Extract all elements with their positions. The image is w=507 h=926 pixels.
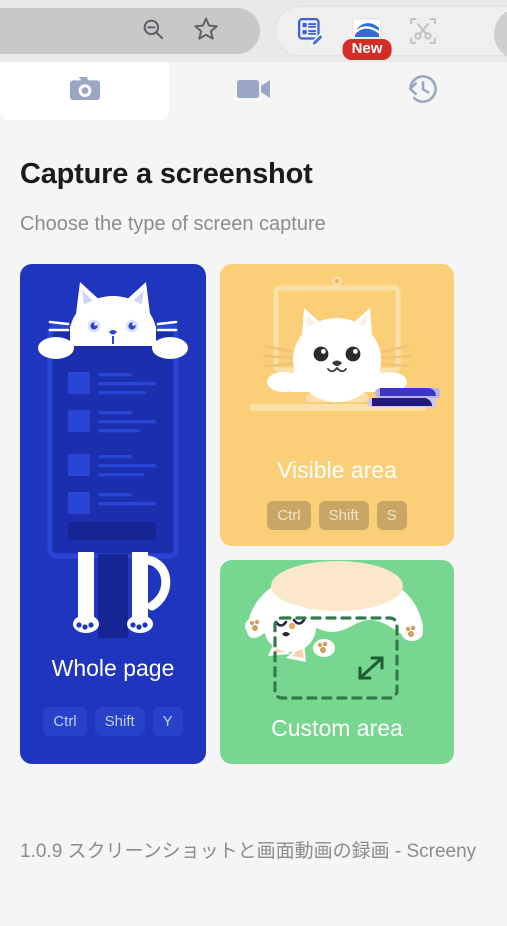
shortcut-key: Shift xyxy=(94,707,145,736)
capture-option-label: Whole page xyxy=(51,655,175,681)
capture-option-whole-page[interactable]: Whole page Ctrl Shift Y xyxy=(20,264,206,764)
screenshot-extension-icon[interactable]: New xyxy=(342,14,392,60)
capture-option-custom-area[interactable]: Custom area xyxy=(220,560,454,764)
new-badge: New xyxy=(342,38,392,60)
browser-toolbar: New xyxy=(0,0,507,62)
shortcut-key: S xyxy=(376,501,407,530)
shortcut-keys: Ctrl Shift Y xyxy=(20,707,206,736)
tab-recording[interactable] xyxy=(169,62,338,120)
shortcut-key: Y xyxy=(152,707,183,736)
shortcut-key: Ctrl xyxy=(267,501,311,530)
extensions-pill: New xyxy=(275,6,507,60)
shortcut-key: Ctrl xyxy=(43,707,87,736)
page-subtitle: Choose the type of screen capture xyxy=(20,213,326,235)
capture-mode-tabs xyxy=(0,62,507,120)
camera-icon xyxy=(66,73,104,110)
page-header: Capture a screenshot Choose the type of … xyxy=(0,120,507,236)
page-title: Capture a screenshot xyxy=(20,158,313,190)
video-camera-icon xyxy=(235,76,273,107)
capture-option-visible-area[interactable]: Visible area Ctrl Shift S xyxy=(220,264,454,546)
shortcut-keys: Ctrl Shift S xyxy=(220,501,454,530)
zoom-out-icon[interactable] xyxy=(140,16,166,47)
capture-option-label: Visible area xyxy=(277,457,397,483)
scissors-capture-icon[interactable] xyxy=(406,14,440,48)
version-footer: 1.0.9 スクリーンショットと画面動画の録画 - Screeny xyxy=(20,841,477,862)
tab-history[interactable] xyxy=(338,62,507,120)
cat-in-monitor-illustration xyxy=(250,276,440,411)
tab-screenshot[interactable] xyxy=(0,62,169,120)
cat-over-document-illustration xyxy=(38,282,188,638)
capture-options-grid: Whole page Ctrl Shift Y Visible area Ctr… xyxy=(20,264,454,764)
screeny-video-icon[interactable] xyxy=(494,8,507,60)
capture-option-label: Custom area xyxy=(271,715,403,741)
cat-upside-down-selection-illustration xyxy=(245,561,423,700)
omnibox-action-icons xyxy=(140,8,260,54)
history-clock-icon xyxy=(405,71,441,112)
bookmark-star-icon[interactable] xyxy=(192,15,220,48)
reading-list-icon[interactable] xyxy=(294,14,328,48)
shortcut-key: Shift xyxy=(318,501,369,530)
